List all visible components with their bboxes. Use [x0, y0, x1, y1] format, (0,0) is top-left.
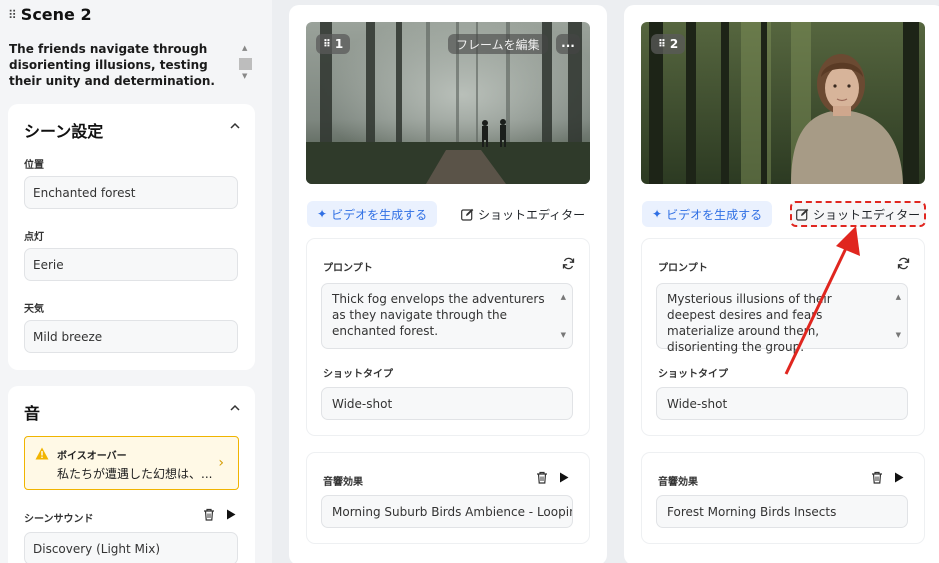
- play-icon[interactable]: [226, 509, 236, 520]
- scene-description[interactable]: The friends navigate through disorientin…: [9, 41, 231, 89]
- sound-effects-section: 音響効果 Morning Suburb Birds Ambience - Loo…: [307, 453, 589, 543]
- scroll-up-icon[interactable]: ▲: [561, 289, 566, 305]
- scroll-up-icon[interactable]: ▲: [896, 289, 901, 305]
- prompt-textarea[interactable]: Mysterious illusions of their deepest de…: [656, 283, 908, 354]
- scene-header: ⠿ Scene 2: [8, 5, 92, 24]
- shot-card-2: ⠿ 2 ✦ ビデオを生成する ショットエディター プロンプト Mysterious…: [624, 5, 939, 563]
- edit-icon: [796, 208, 809, 221]
- sound-effects-section: 音響効果 Forest Morning Birds Insects: [642, 453, 924, 543]
- chevron-up-icon[interactable]: [229, 120, 241, 132]
- scroll-down-icon[interactable]: ▼: [242, 72, 247, 80]
- sound-effect-field[interactable]: Forest Morning Birds Insects: [656, 495, 908, 528]
- sparkle-icon: ✦: [317, 207, 328, 221]
- play-icon[interactable]: [559, 472, 569, 483]
- shot-card-1: ⠿ 1 フレームを編集 ... ✦ ビデオを生成する ショットエディター プロンプ…: [289, 5, 607, 563]
- description-scrollbar[interactable]: ▲ ▼: [239, 44, 253, 84]
- drag-grip-icon: ⠿: [658, 38, 666, 50]
- voiceover-item[interactable]: ボイスオーバー 私たちが遭遇した幻想は、... ›: [24, 436, 239, 490]
- shot-type-label: ショットタイプ: [658, 369, 728, 380]
- weather-field[interactable]: Mild breeze: [24, 320, 238, 353]
- lighting-field[interactable]: Eerie: [24, 248, 238, 281]
- shot-thumbnail-2[interactable]: ⠿ 2: [641, 22, 925, 184]
- prompt-label: プロンプト: [323, 263, 373, 274]
- shot-type-field[interactable]: Wide-shot: [321, 387, 573, 420]
- sound-card: 音 ボイスオーバー 私たちが遭遇した幻想は、... › シーンサウンド Disc…: [8, 386, 255, 563]
- sound-effects-label: 音響効果: [323, 477, 363, 488]
- scroll-thumb[interactable]: [239, 58, 252, 70]
- shot-number-badge[interactable]: ⠿ 1: [316, 34, 351, 54]
- shot-type-field[interactable]: Wide-shot: [656, 387, 908, 420]
- voiceover-label: ボイスオーバー: [57, 451, 127, 462]
- chevron-up-icon[interactable]: [229, 402, 241, 414]
- voiceover-text: 私たちが遭遇した幻想は、...: [57, 467, 213, 481]
- shot-editor-label: ショットエディター: [478, 207, 586, 222]
- weather-label: 天気: [24, 304, 44, 315]
- scene-sound-field[interactable]: Discovery (Light Mix): [24, 532, 238, 563]
- more-icon[interactable]: ...: [556, 34, 580, 54]
- scene-panel: ⠿ Scene 2 The friends navigate through d…: [0, 0, 272, 563]
- edit-icon: [461, 208, 474, 221]
- sound-effect-field[interactable]: Morning Suburb Birds Ambience - Loopin: [321, 495, 573, 528]
- sound-effects-label: 音響効果: [658, 477, 698, 488]
- scene-settings-card: シーン設定 位置 Enchanted forest 点灯 Eerie 天気 Mi…: [8, 104, 255, 370]
- prompt-label: プロンプト: [658, 263, 708, 274]
- scene-settings-title: シーン設定: [24, 122, 104, 141]
- warning-icon: [35, 447, 49, 460]
- edit-frame-button[interactable]: フレームを編集: [448, 34, 548, 54]
- generate-video-label: ビデオを生成する: [331, 207, 428, 222]
- prompt-section: プロンプト Mysterious illusions of their deep…: [642, 239, 924, 435]
- shot-editor-button[interactable]: ショットエディター: [457, 201, 589, 227]
- generate-video-button[interactable]: ✦ ビデオを生成する: [642, 201, 773, 227]
- scroll-up-icon[interactable]: ▲: [242, 44, 247, 52]
- scene-title: Scene 2: [20, 5, 92, 24]
- scroll-down-icon[interactable]: ▼: [896, 327, 901, 343]
- trash-icon[interactable]: [536, 471, 548, 484]
- prompt-textarea[interactable]: Thick fog envelops the adventurers as th…: [321, 283, 573, 349]
- shot-thumbnail-1[interactable]: ⠿ 1 フレームを編集 ...: [306, 22, 590, 184]
- sparkle-icon: ✦: [652, 207, 663, 221]
- scroll-down-icon[interactable]: ▼: [561, 327, 566, 343]
- generate-video-button[interactable]: ✦ ビデオを生成する: [307, 201, 438, 227]
- location-field[interactable]: Enchanted forest: [24, 176, 238, 209]
- drag-grip-icon: ⠿: [323, 38, 331, 50]
- trash-icon[interactable]: [871, 471, 883, 484]
- refresh-icon[interactable]: [562, 257, 575, 270]
- play-icon[interactable]: [894, 472, 904, 483]
- sound-title: 音: [24, 404, 41, 423]
- shot-type-label: ショットタイプ: [323, 369, 393, 380]
- generate-video-label: ビデオを生成する: [666, 207, 763, 222]
- refresh-icon[interactable]: [897, 257, 910, 270]
- chevron-right-icon: ›: [218, 455, 224, 471]
- location-label: 位置: [24, 160, 44, 171]
- lighting-label: 点灯: [24, 232, 44, 243]
- shot-editor-button-highlighted[interactable]: ショットエディター: [790, 201, 927, 227]
- scene-sound-label: シーンサウンド: [24, 514, 94, 525]
- shot-editor-label: ショットエディター: [813, 207, 921, 222]
- trash-icon[interactable]: [203, 508, 215, 521]
- drag-grip-icon[interactable]: ⠿: [8, 8, 17, 22]
- prompt-section: プロンプト Thick fog envelops the adventurers…: [307, 239, 589, 435]
- shot-number-badge[interactable]: ⠿ 2: [651, 34, 686, 54]
